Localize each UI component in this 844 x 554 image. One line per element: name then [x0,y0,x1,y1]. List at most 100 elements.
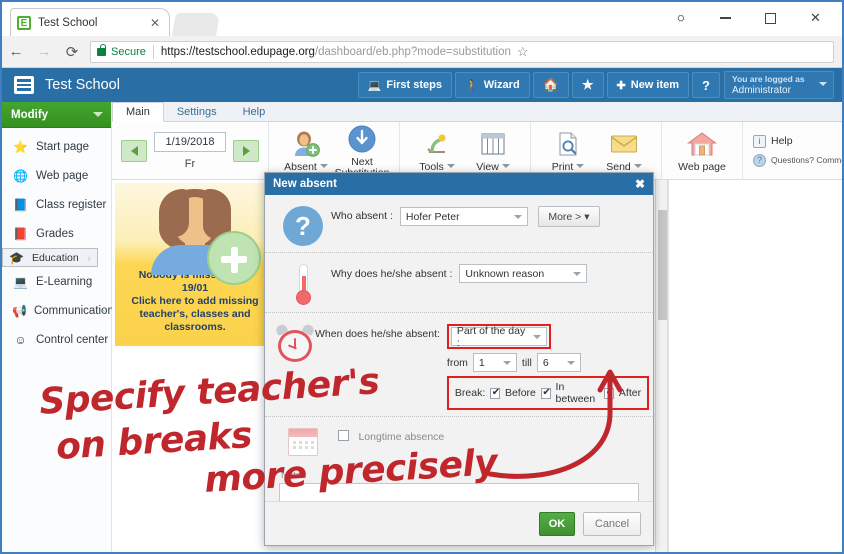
cancel-button[interactable]: Cancel [583,512,641,536]
questions-link[interactable]: ? Questions? Commer [753,154,844,167]
view-button[interactable]: View [465,129,521,173]
forward-icon[interactable]: → [30,43,58,60]
longtime-absence-label: Longtime absence [358,431,444,443]
send-button[interactable]: Send [596,129,652,173]
help-button[interactable]: ? [692,72,720,98]
new-tab-button[interactable] [172,13,220,36]
first-steps-label: First steps [386,79,442,91]
more-button[interactable]: More > ▾ [538,206,599,227]
modify-dropdown-button[interactable]: Modify [2,102,111,128]
tab-main[interactable]: Main [112,102,164,122]
print-button[interactable]: Print [540,129,596,173]
absent-button[interactable]: Absent [278,129,334,173]
why-absent-label: Why does he/she absent : [331,261,452,280]
help-link[interactable]: i Help [753,135,844,148]
scrollbar-thumb[interactable] [658,210,667,320]
bookmark-star-icon[interactable]: ☆ [511,44,529,60]
till-label: till [522,357,532,369]
part-of-day-select[interactable]: Part of the day : [451,327,547,346]
megaphone-icon: 📢 [12,303,27,318]
plus-icon: ✚ [617,79,626,92]
graduation-cap-icon: 🎓 [8,250,25,265]
sidebar-item-grades[interactable]: 📕 Grades [2,219,111,248]
close-button[interactable]: ✕ [793,3,838,33]
longtime-absence-checkbox[interactable] [338,430,349,441]
why-absent-value: Unknown reason [465,268,544,280]
table-view-icon [465,129,521,159]
dialog-footer: OK Cancel [265,501,653,545]
add-absence-card[interactable]: Nobody is missing on: 19/01 Click here t… [115,183,275,346]
chevron-down-icon [567,361,575,365]
sidebar-item-communication[interactable]: 📢 Communication › [2,296,111,325]
chevron-down-icon [819,82,827,86]
tab-help[interactable]: Help [230,103,279,121]
minimize-button[interactable] [703,3,748,33]
star-icon: ★ [582,77,594,93]
chevron-down-icon [533,335,541,339]
tab-close-icon[interactable]: ✕ [147,16,163,30]
who-absent-value: Hofer Peter [406,211,460,223]
lesson-range-row: from 1 till 6 [447,353,649,372]
dialog-close-icon[interactable]: ✖ [635,177,645,191]
break-in-between-checkbox[interactable] [541,388,551,399]
blue-book-icon: 📘 [12,197,29,212]
sidebar-item-class-register[interactable]: 📘 Class register [2,190,111,219]
web-page-button[interactable]: Web page [671,129,733,173]
break-after-checkbox[interactable] [604,388,614,399]
next-day-button[interactable] [233,140,259,162]
print-preview-svg [556,131,580,157]
why-absent-select[interactable]: Unknown reason [459,264,587,283]
sidebar-item-web-page[interactable]: 🌐 Web page [2,161,111,190]
maximize-button[interactable] [748,3,793,33]
print-preview-icon [540,129,596,159]
sidebar-item-control-center[interactable]: ☺ Control center [2,325,111,354]
back-icon[interactable]: ← [2,43,30,60]
from-label: from [447,357,468,369]
chevron-right-icon: › [102,306,105,316]
address-bar[interactable]: Secure https://testschool.edupage.org/da… [90,41,834,63]
logged-as-user: Administrator [732,85,813,97]
who-absent-controls: Hofer Peter More > ▾ [393,203,600,227]
wizard-label: Wizard [484,79,520,91]
reload-icon[interactable]: ⟳ [58,43,86,61]
modify-label: Modify [11,109,48,121]
part-of-day-value: Part of the day : [457,325,528,349]
when-absent-controls: Part of the day : from 1 till 6 [440,321,649,410]
chevron-right-icon: › [88,253,91,263]
sidebar-item-start-page[interactable]: ⭐ Start page [2,132,111,161]
chevron-down-icon [93,112,103,117]
first-steps-button[interactable]: 💻 First steps [358,72,452,98]
break-before-checkbox[interactable] [490,388,500,399]
monitor-icon: 💻 [368,79,382,92]
home-icon: 🏠 [543,77,559,93]
sidebar-item-e-learning[interactable]: 💻 E-Learning [2,267,111,296]
date-input[interactable]: 1/19/2018 [154,132,226,152]
new-item-button[interactable]: ✚ New item [607,72,690,98]
sidebar-item-label: Web page [36,170,88,182]
cast-icon[interactable]: ⛭ [658,3,703,33]
till-select[interactable]: 6 [537,353,581,372]
wizard-button[interactable]: 🚶 Wizard [455,72,530,98]
ok-button[interactable]: OK [539,512,575,536]
break-options-highlight: Break: Before In between After [447,376,649,410]
home-button[interactable]: 🏠 [533,72,569,98]
calendar-icon [275,425,331,456]
favorites-button[interactable]: ★ [572,72,604,98]
browser-tab-title: Test School [38,17,147,29]
previous-day-button[interactable] [121,140,147,162]
user-account-menu[interactable]: You are logged as Administrator [724,71,834,99]
tab-settings[interactable]: Settings [164,103,230,121]
why-absent-controls: Unknown reason [452,261,587,283]
who-absent-select[interactable]: Hofer Peter [400,207,528,226]
next-substitution-button[interactable]: NextSubstitution [334,124,390,179]
hamburger-icon[interactable] [14,76,34,94]
web-page-label: Web page [671,162,733,173]
from-select[interactable]: 1 [473,353,517,372]
tools-button[interactable]: Tools [409,129,465,173]
house-svg [687,131,717,157]
vertical-scrollbar[interactable] [655,180,668,554]
sidebar-item-education[interactable]: 🎓 Education › [2,248,98,267]
browser-tabstrip: E Test School ✕ ⛭ ✕ [2,2,842,36]
browser-tab[interactable]: E Test School ✕ [10,8,170,36]
tools-svg [423,131,451,157]
